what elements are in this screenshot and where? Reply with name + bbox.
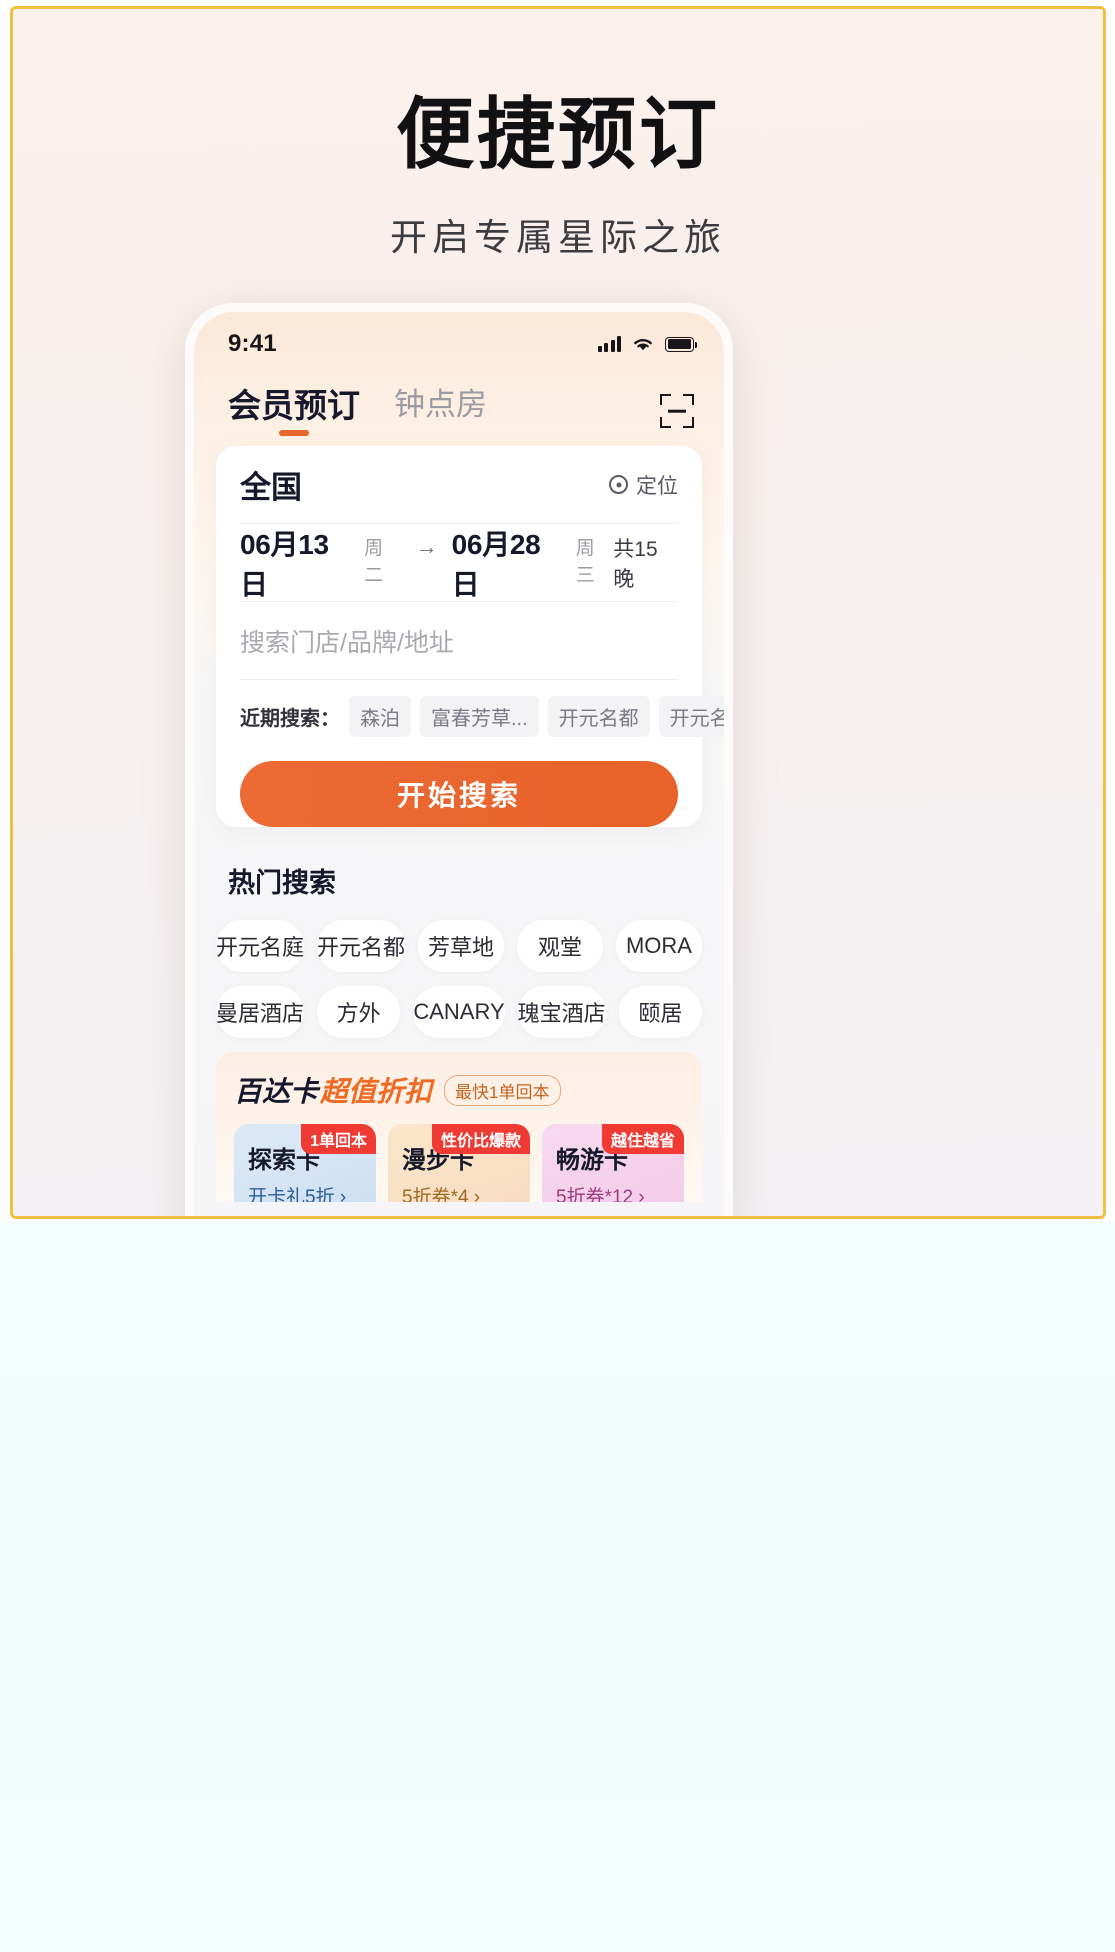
promo-item-tag: 性价比爆款 — [431, 1124, 530, 1155]
hot-chip[interactable]: 开元名庭 — [216, 920, 305, 973]
checkout-weekday: 周三 — [575, 537, 595, 586]
location-target-icon — [609, 475, 628, 495]
battery-icon — [665, 336, 698, 352]
hot-chip[interactable]: MORA — [616, 920, 702, 973]
date-arrow-icon: → — [415, 533, 438, 559]
page-title: 便捷预订 — [395, 90, 720, 178]
promo-card: 百达卡 超值折扣 最快1单回本 1单回本 探索卡 开卡礼5折 › 性价比爆款 漫… — [216, 1052, 702, 1203]
hot-chip[interactable]: 瑰宝酒店 — [517, 986, 606, 1039]
phone-bezel: 9:41 会员预订 钟点房 全国 定位 06月13日 周二 → 06月28日 周… — [185, 303, 733, 1216]
hot-chip[interactable]: CANARY — [413, 986, 505, 1039]
hot-chip[interactable]: 方外 — [317, 986, 401, 1039]
page-subtitle: 开启专属星际之旅 — [390, 217, 726, 258]
promo-item-tag: 1单回本 — [301, 1124, 376, 1155]
poster-frame: 便捷预订 开启专属星际之旅 9:41 会员预订 钟点房 全国 定位 06月13日… — [10, 6, 1106, 1219]
nights-count: 共15晚 — [613, 537, 658, 591]
checkin-date: 06月13日 — [240, 528, 329, 600]
hot-search-row: 开元名庭 开元名都 芳草地 观堂 MORA — [216, 920, 702, 973]
hot-chip[interactable]: 芳草地 — [418, 920, 505, 973]
recent-searches-label: 近期搜索： — [240, 708, 340, 731]
promo-card-list: 1单回本 探索卡 开卡礼5折 › 性价比爆款 漫步卡 5折券*4 › 越住越省 — [234, 1124, 684, 1203]
recent-chip[interactable]: 森泊 — [349, 696, 411, 738]
recent-searches: 近期搜索： 森泊 富春芳草... 开元名都 开元名庭 — [240, 680, 724, 743]
locate-button[interactable]: 定位 — [609, 470, 678, 500]
hot-search-title: 热门搜索 — [228, 868, 336, 899]
promo-item-sub: 开卡礼5折 › — [248, 1187, 347, 1203]
city-row[interactable]: 全国 定位 — [240, 446, 678, 525]
status-bar: 9:41 — [194, 312, 724, 370]
tab-hourly-room-label: 钟点房 — [394, 387, 487, 422]
wifi-icon — [634, 338, 652, 351]
promo-item-sub: 5折券*4 › — [402, 1187, 481, 1203]
selected-city: 全国 — [240, 470, 302, 506]
hot-chip[interactable]: 观堂 — [517, 920, 603, 973]
hot-search-row: 曼居酒店 方外 CANARY 瑰宝酒店 颐居 — [216, 986, 703, 1039]
status-time: 9:41 — [228, 330, 277, 357]
tab-hourly-room[interactable]: 钟点房 — [394, 387, 487, 438]
phone-screen: 9:41 会员预订 钟点房 全国 定位 06月13日 周二 → 06月28日 周… — [194, 312, 724, 1216]
promo-title-accent: 超值折扣 — [320, 1076, 433, 1108]
promo-item-sub: 5折券*12 › — [556, 1187, 645, 1203]
start-search-button[interactable]: 开始搜索 — [240, 761, 678, 828]
tab-member-booking[interactable]: 会员预订 — [228, 387, 360, 440]
tab-bar: 会员预订 钟点房 — [194, 370, 724, 440]
status-icons — [597, 335, 698, 353]
checkout-date: 06月28日 — [451, 528, 541, 600]
phone-mockup: 9:41 会员预订 钟点房 全国 定位 06月13日 周二 → 06月28日 周… — [185, 303, 733, 1216]
scan-qr-icon[interactable] — [660, 394, 694, 428]
promo-item[interactable]: 1单回本 探索卡 开卡礼5折 › — [234, 1124, 376, 1203]
tab-member-booking-label: 会员预订 — [228, 387, 360, 424]
recent-chip[interactable]: 富春芳草... — [420, 696, 539, 738]
promo-item[interactable]: 性价比爆款 漫步卡 5折券*4 › — [388, 1124, 530, 1203]
hot-chip[interactable]: 开元名都 — [317, 920, 406, 973]
recent-chip[interactable]: 开元名庭 — [658, 696, 724, 738]
keyword-row[interactable]: 搜索门店/品牌/地址 — [240, 602, 678, 681]
date-range[interactable]: 06月13日 周二 → 06月28日 周三 — [240, 523, 613, 603]
recent-chip[interactable]: 开元名都 — [547, 696, 650, 738]
hot-chip[interactable]: 颐居 — [618, 986, 703, 1039]
hot-search-list: 开元名庭 开元名都 芳草地 观堂 MORA 曼居酒店 方外 CANARY 瑰宝酒… — [194, 900, 724, 1039]
search-card: 全国 定位 06月13日 周二 → 06月28日 周三 共15晚 搜索门店/品牌… — [216, 446, 724, 828]
promo-badge: 最快1单回本 — [444, 1074, 561, 1106]
promo-item[interactable]: 越住越省 畅游卡 5折券*12 › — [542, 1124, 684, 1203]
date-row[interactable]: 06月13日 周二 → 06月28日 周三 共15晚 — [240, 523, 678, 603]
hot-chip[interactable]: 曼居酒店 — [216, 986, 305, 1039]
search-input[interactable]: 搜索门店/品牌/地址 — [240, 623, 454, 659]
promo-item-tag: 越住越省 — [601, 1124, 684, 1155]
cellular-signal-icon — [597, 336, 621, 352]
locate-label: 定位 — [636, 474, 678, 498]
checkin-weekday: 周二 — [364, 537, 384, 586]
promo-title-plain: 百达卡 — [234, 1076, 319, 1108]
bottom-background-band — [0, 1222, 1115, 1952]
promo-header: 百达卡 超值折扣 最快1单回本 — [234, 1070, 684, 1110]
poster-background: 便捷预订 开启专属星际之旅 9:41 会员预订 钟点房 全国 定位 06月13日… — [13, 9, 1103, 1216]
